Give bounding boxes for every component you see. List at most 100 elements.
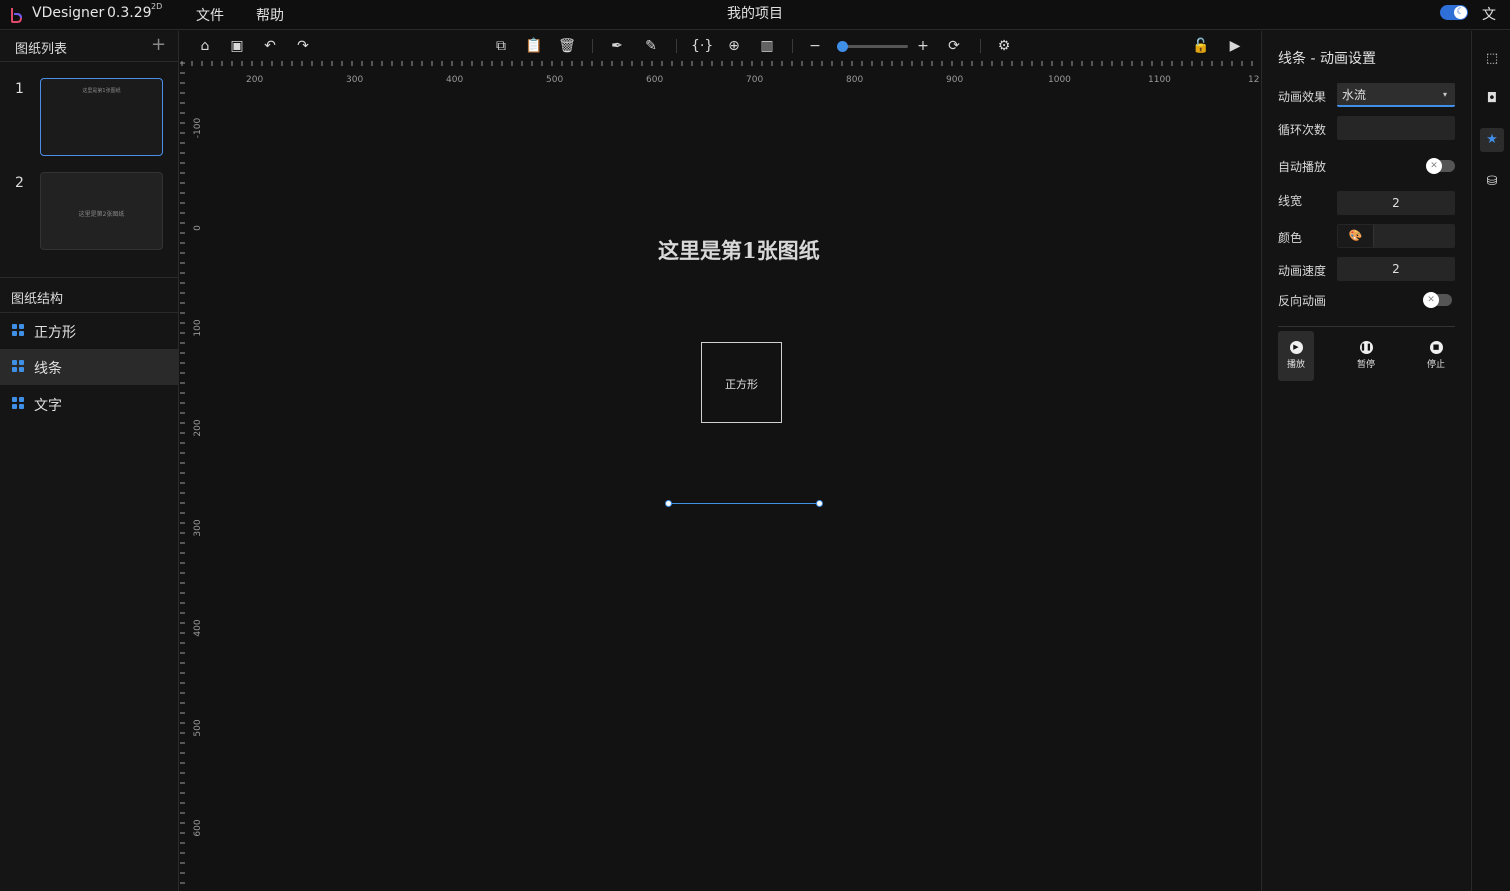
menu-file[interactable]: 文件 <box>196 5 224 25</box>
effect-label: 动画效果 <box>1278 90 1327 104</box>
app-logo-icon <box>11 8 23 23</box>
loop-label: 循环次数 <box>1278 123 1327 137</box>
shape-icon[interactable]: ⬚ <box>1480 47 1504 71</box>
undo-icon[interactable]: ↶ <box>260 37 280 55</box>
moon-icon: ☾ <box>1454 6 1467 19</box>
pen-icon[interactable]: ✒ <box>607 37 627 55</box>
ruler-label: 700 <box>746 75 763 85</box>
linewidth-input[interactable]: 2 <box>1337 191 1455 215</box>
component-icon <box>12 397 24 409</box>
color-label: 颜色 <box>1278 231 1303 245</box>
zoom-out-icon[interactable]: − <box>805 37 825 55</box>
effect-select[interactable]: 水流 ▾ <box>1337 83 1455 107</box>
code-icon[interactable]: {·} <box>691 37 713 55</box>
close-icon: ✕ <box>1423 292 1439 308</box>
unlock-icon[interactable]: 🔓 <box>1191 37 1211 55</box>
save-icon[interactable]: ▣ <box>227 37 247 55</box>
zoom-slider-knob[interactable] <box>836 41 848 52</box>
animation-icon[interactable]: ★ <box>1480 128 1504 152</box>
loop-input[interactable] <box>1337 116 1455 140</box>
ruler-label: 0 <box>193 225 203 231</box>
zoom-slider[interactable] <box>836 41 908 52</box>
app-name: VDesigner <box>32 5 105 21</box>
ruler-label: 600 <box>193 819 203 836</box>
horizontal-ruler: 200 300 400 500 600 700 800 900 1000 1100 120 <box>181 61 1260 85</box>
ruler-label: 1000 <box>1048 75 1071 85</box>
map-icon[interactable]: ▥ <box>757 37 777 55</box>
ruler-label: 400 <box>193 619 203 636</box>
drawing-canvas[interactable]: 这里是第1张图纸 正方形 <box>204 85 1260 891</box>
speed-input[interactable]: 2 <box>1337 257 1455 281</box>
divider <box>676 39 677 53</box>
component-icon <box>12 360 24 372</box>
stop-label: 停止 <box>1426 360 1445 370</box>
redo-icon[interactable]: ↷ <box>293 37 313 55</box>
tree-item-text[interactable]: 文字 <box>0 386 179 422</box>
divider <box>792 39 793 53</box>
reset-icon[interactable]: ⟳ <box>944 37 964 55</box>
home-icon[interactable]: ⌂ <box>195 37 215 55</box>
thumbnail-text: 这里是第1张图纸 <box>82 88 121 94</box>
canvas-line-element[interactable] <box>665 500 823 507</box>
play-button[interactable]: ▶ 播放 <box>1278 331 1314 381</box>
ruler-label: 500 <box>546 75 563 85</box>
zoom-in-icon[interactable]: + <box>913 37 933 55</box>
tree-item-square[interactable]: 正方形 <box>0 313 179 349</box>
autoplay-label: 自动播放 <box>1278 160 1327 174</box>
app-mode-badge: 2D <box>151 2 163 11</box>
vertical-ruler: -100 0 100 200 300 400 500 600 <box>180 62 203 884</box>
line-start-handle[interactable] <box>665 500 672 507</box>
pause-label: 暂停 <box>1356 360 1375 370</box>
plus-icon[interactable]: + <box>151 34 166 55</box>
ruler-label: 120 <box>1248 75 1260 85</box>
ruler-label: 300 <box>193 519 203 536</box>
paste-icon[interactable]: 📋 <box>524 37 544 55</box>
delete-icon[interactable]: 🗑 <box>557 37 577 55</box>
speed-label: 动画速度 <box>1278 264 1327 278</box>
divider <box>592 39 593 53</box>
line-end-handle[interactable] <box>816 500 823 507</box>
translate-icon[interactable]: 文 <box>1479 4 1499 24</box>
ruler-label: 200 <box>193 419 203 436</box>
caret-down-icon: ▾ <box>1442 90 1447 99</box>
canvas-text-element[interactable]: 这里是第1张图纸 <box>658 235 820 265</box>
tree-item-label: 线条 <box>34 361 62 377</box>
linewidth-label: 线宽 <box>1278 194 1303 208</box>
tree-item-line[interactable]: 线条 <box>0 349 179 385</box>
reverse-toggle[interactable]: ✕ <box>1423 292 1452 308</box>
page-thumbnail[interactable]: 这里是第1张图纸 <box>40 78 163 156</box>
ruler-label: 300 <box>346 75 363 85</box>
copy-icon[interactable]: ⧉ <box>491 37 511 55</box>
component-icon[interactable]: ◘ <box>1480 87 1504 111</box>
pause-button[interactable]: ❚❚ 暂停 <box>1348 331 1384 381</box>
autoplay-toggle[interactable]: ✕ <box>1426 158 1455 174</box>
thumbnail-text: 这里是第2张图纸 <box>78 211 125 218</box>
ruler-label: 900 <box>946 75 963 85</box>
ruler-label: 400 <box>446 75 463 85</box>
stop-button[interactable]: ■ 停止 <box>1418 331 1454 381</box>
settings-icon[interactable]: ⚙ <box>994 37 1014 55</box>
page-thumb-row-1[interactable]: 1 这里是第1张图纸 <box>0 78 179 158</box>
palette-icon[interactable]: 🎨 <box>1338 225 1374 247</box>
ruler-label: -100 <box>193 118 203 139</box>
stop-icon: ■ <box>1429 341 1443 354</box>
data-icon[interactable]: ⛁ <box>1480 170 1504 194</box>
preview-icon[interactable]: ▶ <box>1225 37 1245 55</box>
page-thumb-row-2[interactable]: 2 这里是第2张图纸 <box>0 172 179 252</box>
canvas-square-element[interactable]: 正方形 <box>701 342 782 423</box>
ruler-label: 600 <box>646 75 663 85</box>
menu-help[interactable]: 帮助 <box>256 5 284 25</box>
pencil-icon[interactable]: ✎ <box>641 37 661 55</box>
page-number: 2 <box>15 175 24 191</box>
ruler-label: 100 <box>193 319 203 336</box>
theme-toggle[interactable]: ☾ <box>1440 5 1468 20</box>
color-picker[interactable]: 🎨 <box>1337 224 1455 248</box>
play-icon: ▶ <box>1289 341 1303 354</box>
tree-item-label: 文字 <box>34 398 62 414</box>
reverse-label: 反向动画 <box>1278 294 1327 308</box>
close-icon: ✕ <box>1426 158 1442 174</box>
page-thumbnail[interactable]: 这里是第2张图纸 <box>40 172 163 250</box>
structure-title: 图纸结构 <box>11 292 64 307</box>
divider <box>980 39 981 53</box>
zoom-target-icon[interactable]: ⊕ <box>724 37 744 55</box>
